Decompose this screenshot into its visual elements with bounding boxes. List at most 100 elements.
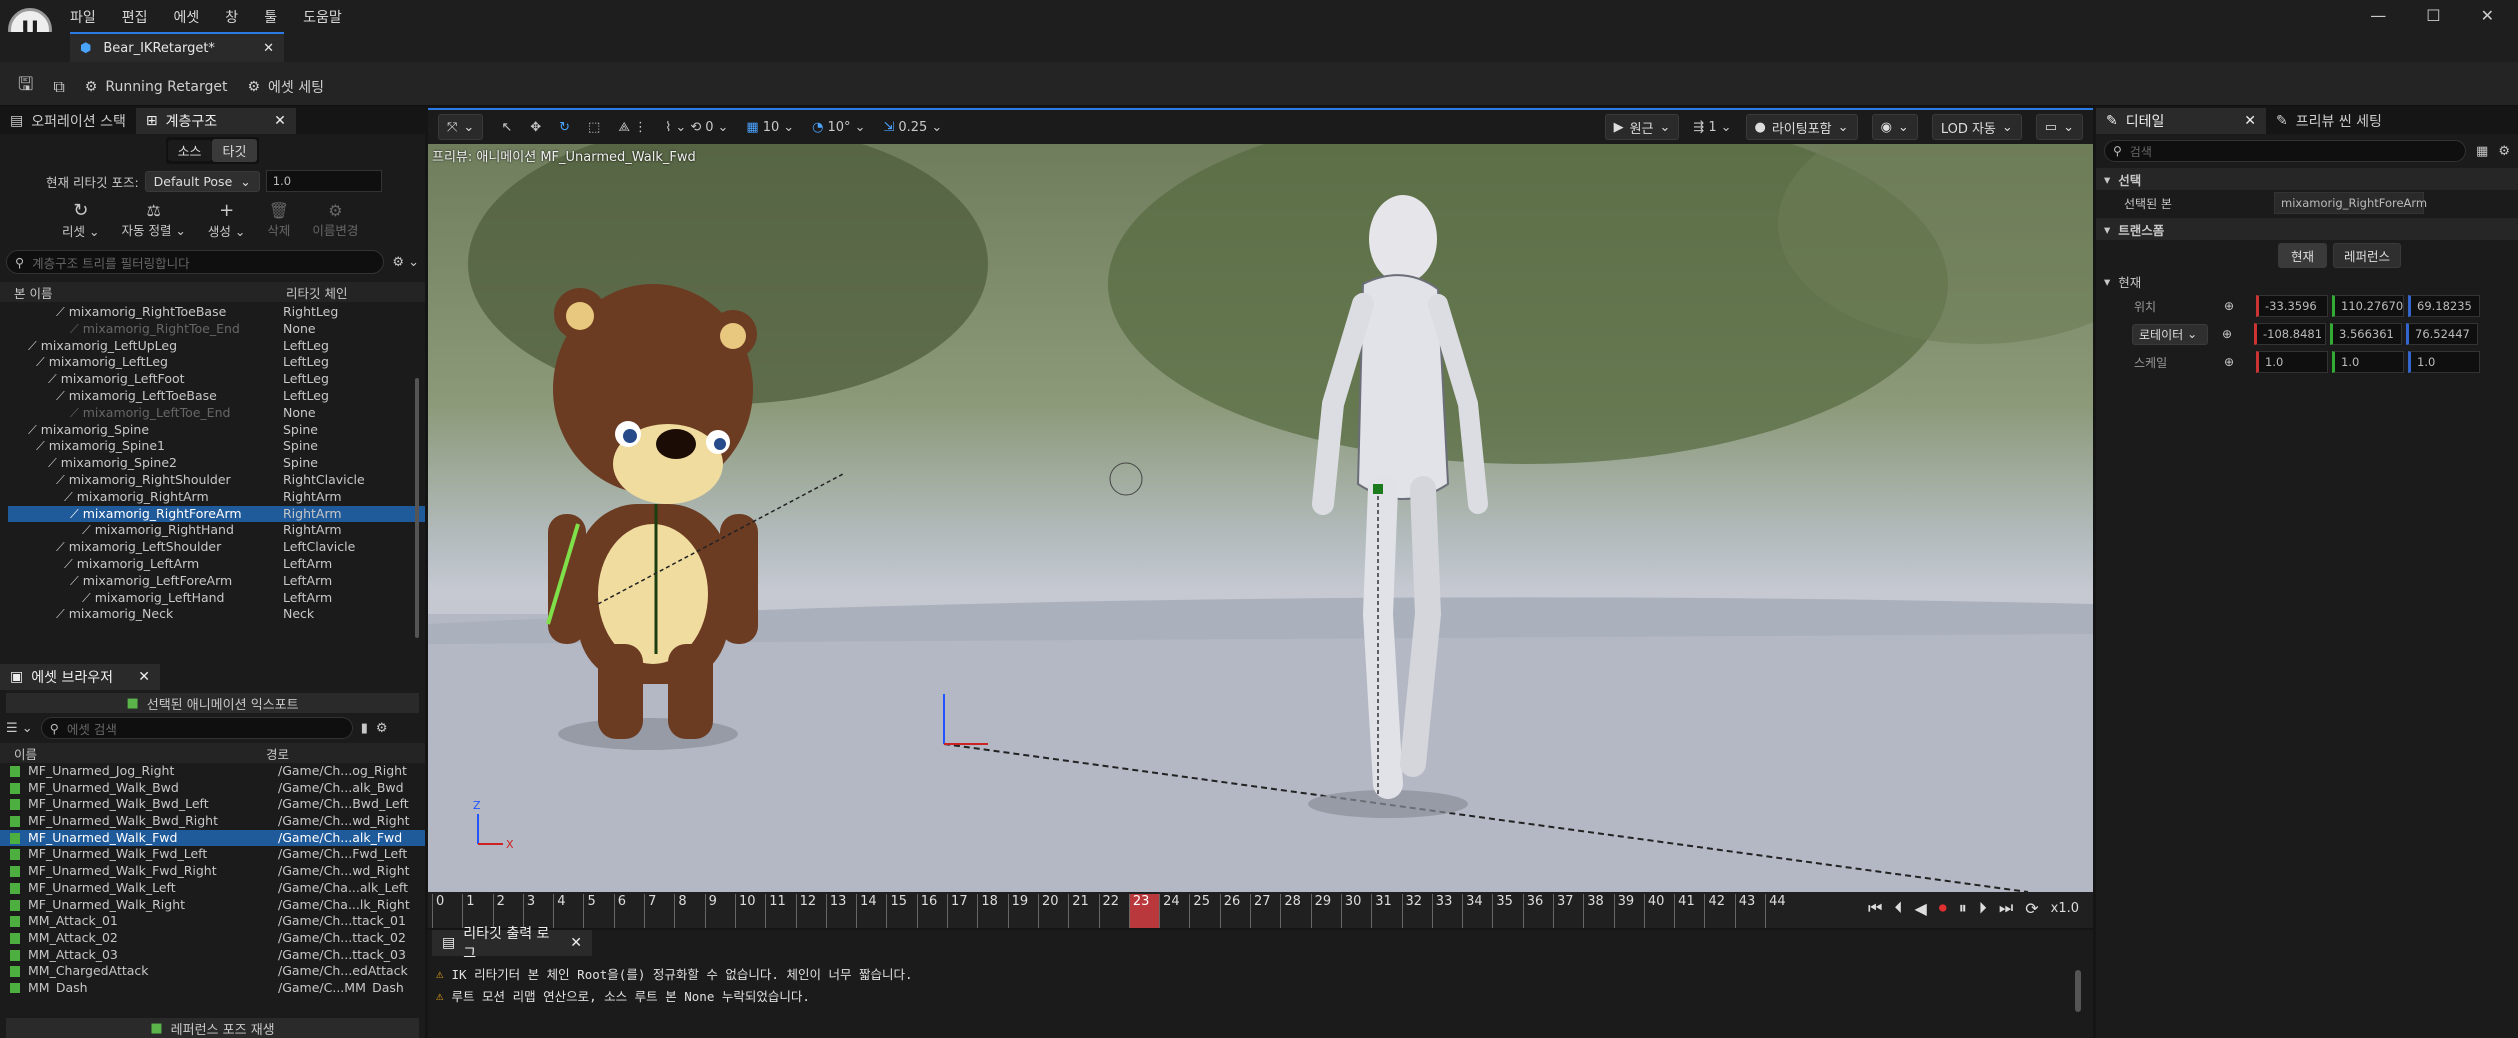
frame-tick[interactable]: 18: [977, 894, 1007, 928]
frame-tick[interactable]: 29: [1310, 894, 1341, 928]
scale-z[interactable]: 1.0: [2408, 351, 2480, 373]
asset-row[interactable]: MM_Attack_02/Game/Ch...ttack_02: [0, 930, 425, 947]
frame-tick[interactable]: 33: [1431, 894, 1462, 928]
show-select[interactable]: ◉ ⌄: [1871, 114, 1918, 140]
scale-snap[interactable]: ⇲ 0.25 ⌄: [883, 120, 942, 135]
frame-tick[interactable]: 7: [644, 894, 674, 928]
bone-row[interactable]: ⟋ mixamorig_Spine1 Spine: [8, 438, 425, 455]
frame-tick[interactable]: 19: [1007, 894, 1038, 928]
tab-output-log[interactable]: ▤ 리타깃 출력 로그 ✕: [432, 926, 592, 962]
frame-tick[interactable]: 43: [1734, 894, 1765, 928]
frame-tick[interactable]: 27: [1250, 894, 1280, 928]
timeline[interactable]: 0 1 2 3 4 5 6 7 8 9 10 11 12 13 14 15 16 17 18 19 20 21 22 23 24…: [428, 892, 2093, 928]
frame-tick[interactable]: 36: [1522, 894, 1553, 928]
frame-tick[interactable]: 32: [1401, 894, 1432, 928]
pointer-icon[interactable]: ↖: [501, 120, 512, 135]
frame-ruler[interactable]: 0 1 2 3 4 5 6 7 8 9 10 11 12 13 14 15 16 17 18 19 20 21 22 23 24…: [432, 894, 1795, 928]
close-icon[interactable]: ✕: [570, 935, 582, 951]
section-transform[interactable]: ▾ 트랜스폼: [2096, 218, 2518, 240]
asset-row[interactable]: MM_ChargedAttack/Game/Ch...edAttack: [0, 963, 425, 980]
bone-row[interactable]: ⟋ mixamorig_LeftForeArm LeftArm: [8, 573, 425, 590]
retarget-pose-select[interactable]: Default Pose ⌄: [144, 170, 260, 192]
asset-row[interactable]: MF_Unarmed_Walk_Right/Game/Cha...lk_Righ…: [0, 897, 425, 914]
document-tab[interactable]: ⬢ Bear_IKRetarget* ✕: [70, 32, 284, 62]
close-tab-icon[interactable]: ✕: [263, 41, 274, 56]
rename-button[interactable]: ⚙ 이름변경: [312, 201, 358, 239]
asset-row[interactable]: MF_Unarmed_Walk_Fwd/Game/Ch...alk_Fwd: [0, 829, 425, 847]
playback-speed[interactable]: x1.0: [2051, 901, 2079, 916]
close-icon[interactable]: ✕: [138, 669, 150, 685]
maximize-icon[interactable]: ☐: [2426, 6, 2440, 25]
bone-row[interactable]: ⟋ mixamorig_Spine2 Spine: [8, 455, 425, 472]
asset-row[interactable]: MM_Dash/Game/C...MM_Dash: [0, 980, 425, 993]
layout-select[interactable]: ▭ ⌄: [2035, 114, 2083, 140]
close-icon[interactable]: ✕: [2244, 113, 2256, 129]
frame-tick[interactable]: 26: [1219, 894, 1250, 928]
asset-row[interactable]: MF_Unarmed_Walk_Left/Game/Cha...alk_Left: [0, 880, 425, 897]
frame-tick[interactable]: 10: [734, 894, 765, 928]
frame-tick[interactable]: 41: [1674, 894, 1704, 928]
frame-tick[interactable]: 39: [1613, 894, 1644, 928]
frame-tick[interactable]: 37: [1552, 894, 1583, 928]
menu-item[interactable]: 편집: [122, 7, 148, 27]
frame-tick[interactable]: 12: [795, 894, 826, 928]
tab-details[interactable]: ✎ 디테일 ✕: [2096, 108, 2266, 134]
asset-settings-button[interactable]: ⚙ 에셋 세팅: [247, 77, 324, 97]
export-animation-button[interactable]: ■ 선택된 애니메이션 익스포트: [6, 693, 419, 713]
bone-row[interactable]: ⟋ mixamorig_RightArm RightArm: [8, 489, 425, 506]
hierarchy-filter-input[interactable]: ⚲ 계층구조 트리를 필터링합니다: [6, 250, 385, 274]
frame-tick[interactable]: 17: [947, 894, 977, 928]
pause-icon[interactable]: ⏸: [1959, 898, 1967, 918]
frame-tick[interactable]: 13: [825, 894, 856, 928]
grid-snap[interactable]: ▦ 10 ⌄: [746, 120, 794, 135]
frame-tick[interactable]: 35: [1492, 894, 1522, 928]
filter-icon[interactable]: ☰ ⌄: [6, 721, 33, 736]
perspective-select[interactable]: ▶ 원근 ⌄: [1604, 114, 1680, 140]
close-icon[interactable]: ✕: [274, 113, 286, 129]
close-icon[interactable]: ✕: [2481, 6, 2494, 25]
move-icon[interactable]: ✥: [530, 120, 541, 135]
log-scrollbar[interactable]: [2075, 970, 2081, 1012]
asset-row[interactable]: MF_Unarmed_Walk_Fwd_Right/Game/Ch...wd_R…: [0, 863, 425, 880]
save-icon[interactable]: 🖫: [18, 72, 33, 102]
menu-item[interactable]: 창: [225, 7, 238, 27]
bone-row[interactable]: ⟋ mixamorig_LeftArm LeftArm: [8, 556, 425, 573]
bone-row[interactable]: ⟋ mixamorig_Neck Neck: [8, 606, 425, 623]
frame-tick[interactable]: 42: [1704, 894, 1734, 928]
bone-row[interactable]: ⟋ mixamorig_RightToeBase RightLeg: [8, 304, 425, 321]
section-current[interactable]: ▾ 현재: [2096, 270, 2518, 292]
running-retarget-button[interactable]: ⚙ Running Retarget: [85, 79, 228, 95]
tab-preview-scene-settings[interactable]: ✎ 프리뷰 씬 세팅: [2266, 108, 2392, 134]
view-mode-select[interactable]: ● 라이팅포함 ⌄: [1745, 114, 1858, 140]
frame-tick[interactable]: 25: [1189, 894, 1219, 928]
record-icon[interactable]: ⏺: [1939, 898, 1947, 918]
asset-row[interactable]: MM_Attack_03/Game/Ch...ttack_03: [0, 947, 425, 964]
globe-icon[interactable]: ⊕: [2224, 355, 2252, 369]
transform-tool-select[interactable]: ⤧ ⌄: [438, 114, 484, 140]
tab-operation-stack[interactable]: ▤ 오퍼레이션 스택: [0, 108, 136, 134]
step-back-icon[interactable]: ⏴: [1894, 898, 1902, 918]
frame-tick[interactable]: 15: [886, 894, 916, 928]
frame-tick[interactable]: 21: [1068, 894, 1098, 928]
angle-snap[interactable]: ◔ 10° ⌄: [812, 120, 865, 135]
bone-row[interactable]: ⟋ mixamorig_RightHand RightArm: [8, 522, 425, 539]
coord-icon[interactable]: ⟁ ⋮: [618, 120, 647, 135]
frame-tick[interactable]: 9: [704, 894, 735, 928]
globe-icon[interactable]: ⊕: [2224, 299, 2252, 313]
globe-icon[interactable]: ⊕: [2222, 327, 2250, 341]
rot-x[interactable]: -108.8481: [2254, 323, 2326, 345]
auto-align-button[interactable]: ⚖ 자동 정렬 ⌄: [121, 201, 185, 239]
frame-tick[interactable]: 22: [1098, 894, 1129, 928]
frame-tick[interactable]: 14: [856, 894, 886, 928]
rotator-select[interactable]: 로테이터 ⌄: [2132, 323, 2208, 345]
asset-row[interactable]: MF_Unarmed_Walk_Bwd_Left/Game/Ch...Bwd_L…: [0, 796, 425, 813]
frame-tick[interactable]: 23: [1128, 894, 1160, 928]
tab-hierarchy[interactable]: ⊞ 계층구조 ✕: [135, 108, 296, 134]
settings-icon[interactable]: ⚙: [376, 721, 388, 736]
frame-tick[interactable]: 31: [1371, 894, 1401, 928]
rotate-icon[interactable]: ↻: [559, 120, 570, 135]
bone-row[interactable]: ⟋ mixamorig_LeftToe_End None: [8, 405, 425, 422]
pose-blend-field[interactable]: 1.0: [265, 170, 382, 192]
bone-row[interactable]: ⟋ mixamorig_RightForeArm RightArm: [8, 505, 425, 523]
section-selection[interactable]: ▾ 선택: [2096, 168, 2518, 190]
